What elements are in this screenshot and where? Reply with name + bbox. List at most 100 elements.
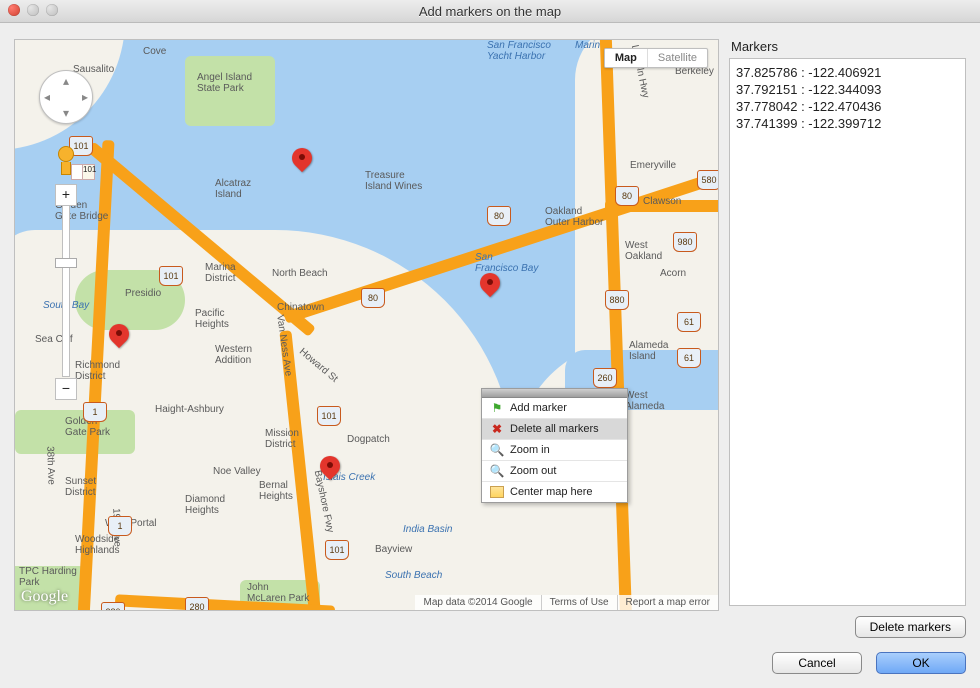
map-canvas[interactable]: Angel Island State Park Alcatraz Island …	[15, 40, 718, 610]
side-actions: Delete markers	[729, 616, 966, 638]
zoom-out-button[interactable]: −	[55, 378, 77, 400]
google-logo: Google	[21, 588, 68, 606]
title-bar: Add markers on the map	[0, 0, 980, 23]
map-label-tpc: TPC Harding Park	[19, 566, 77, 588]
ctx-zoom-in[interactable]: 🔍 Zoom in	[482, 440, 627, 461]
map-label-mission: Mission District	[265, 428, 299, 450]
map-label-west-alameda: West Alameda	[625, 390, 664, 412]
marker-row[interactable]: 37.778042 : -122.470436	[736, 99, 959, 116]
marker-row[interactable]: 37.825786 : -122.406921	[736, 65, 959, 82]
side-panel: Markers 37.825786 : -122.406921 37.79215…	[729, 39, 966, 638]
map-label-alcatraz: Alcatraz Island	[215, 178, 251, 200]
map-label-acorn: Acorn	[660, 268, 686, 279]
shield-1: 1	[108, 516, 132, 536]
map-marker[interactable]	[320, 456, 340, 488]
upper-row: Angel Island State Park Alcatraz Island …	[0, 23, 980, 644]
map-label-diamond: Diamond Heights	[185, 494, 225, 516]
cancel-button[interactable]: Cancel	[772, 652, 862, 674]
ok-button[interactable]: OK	[876, 652, 966, 674]
map-label-cove: Cove	[143, 46, 166, 57]
shield-101c: 101	[317, 406, 341, 426]
map-type-control: Map Satellite	[604, 48, 708, 68]
map-context-menu: ⚑ Add marker ✖ Delete all markers 🔍 Zoom…	[481, 388, 628, 503]
ctx-zoom-out[interactable]: 🔍 Zoom out	[482, 461, 627, 482]
map-type-map[interactable]: Map	[605, 49, 647, 67]
map-label-marina: Marina District	[205, 262, 236, 284]
map-attribution: Map data ©2014 Google Terms of Use Repor…	[415, 595, 718, 610]
shield-101d: 101	[325, 540, 349, 560]
shield-1b: 1	[83, 402, 107, 422]
map-label-noe: Noe Valley	[213, 466, 261, 477]
zoom-handle[interactable]	[55, 258, 77, 268]
map-label-south-beach: South Beach	[385, 570, 442, 581]
shield-280b: 280	[101, 602, 125, 611]
shield-61: 61	[677, 312, 701, 332]
window-title: Add markers on the map	[419, 4, 561, 19]
pan-up-icon[interactable]: ▴	[63, 74, 69, 88]
dialog-window: Add markers on the map	[0, 0, 980, 688]
map-label-western-a: Western Addition	[215, 344, 252, 366]
shield-280: 280	[185, 597, 209, 611]
shield-80b: 80	[487, 206, 511, 226]
map-label-clawson: Clawson	[643, 196, 681, 207]
map-marker[interactable]	[480, 273, 500, 305]
close-button[interactable]	[8, 4, 20, 16]
ctx-center-map[interactable]: Center map here	[482, 482, 627, 502]
ctx-add-marker-label: Add marker	[510, 402, 567, 414]
zoom-slider: + −	[55, 184, 77, 400]
pan-left-icon[interactable]: ◂	[44, 90, 50, 104]
pin-add-icon: ⚑	[490, 401, 504, 415]
map-label-chinatown: Chinatown	[277, 302, 324, 313]
map-label-bernal: Bernal Heights	[259, 480, 293, 502]
shield-101b: 101	[159, 266, 183, 286]
context-menu-header	[482, 389, 627, 398]
shield-80: 80	[361, 288, 385, 308]
map-label-38th: 38th Ave	[44, 446, 56, 485]
traffic-lights	[8, 4, 58, 16]
pan-wheel[interactable]: ▴ ▾ ◂ ▸	[39, 70, 93, 124]
map-label-presidio: Presidio	[125, 288, 161, 299]
map-type-satellite[interactable]: Satellite	[647, 49, 707, 67]
shield-260: 260	[593, 368, 617, 388]
map-report-link[interactable]: Report a map error	[617, 595, 718, 610]
delete-icon: ✖	[490, 422, 504, 436]
map-label-angel-island: Angel Island State Park	[197, 72, 252, 94]
ctx-delete-all-markers[interactable]: ✖ Delete all markers	[482, 419, 627, 440]
minimize-button[interactable]	[27, 4, 39, 16]
map-label-marin: Marin	[575, 40, 600, 51]
zoom-button[interactable]	[46, 4, 58, 16]
zoom-level-indicator: 101	[71, 164, 95, 180]
markers-listbox[interactable]: 37.825786 : -122.406921 37.792151 : -122…	[729, 58, 966, 606]
ctx-zoom-out-label: Zoom out	[510, 465, 556, 477]
ctx-delete-all-label: Delete all markers	[510, 423, 599, 435]
content-area: Angel Island State Park Alcatraz Island …	[0, 23, 980, 688]
map-terms-link[interactable]: Terms of Use	[541, 595, 617, 610]
shield-980: 980	[673, 232, 697, 252]
map-label-north-beach: North Beach	[272, 268, 328, 279]
pan-right-icon[interactable]: ▸	[82, 90, 88, 104]
map-label-dogpatch: Dogpatch	[347, 434, 390, 445]
map-label-oakland-oh: Oakland Outer Harbor	[545, 206, 603, 228]
ctx-center-label: Center map here	[510, 486, 593, 498]
map-marker[interactable]	[292, 148, 312, 180]
pan-down-icon[interactable]: ▾	[63, 106, 69, 120]
map-copyright: Map data ©2014 Google	[415, 595, 540, 610]
delete-markers-button[interactable]: Delete markers	[855, 616, 966, 638]
center-map-icon	[490, 485, 504, 499]
dialog-footer: Cancel OK	[0, 644, 980, 688]
map-label-mclaren: John McLaren Park	[247, 582, 309, 604]
zoom-track[interactable]	[62, 205, 70, 377]
marker-row[interactable]: 37.741399 : -122.399712	[736, 116, 959, 133]
map-view[interactable]: Angel Island State Park Alcatraz Island …	[14, 39, 719, 611]
shield-61b: 61	[677, 348, 701, 368]
map-label-pacific-h: Pacific Heights	[195, 308, 229, 330]
map-label-west-oakland: West Oakland	[625, 240, 662, 262]
shield-580: 580	[697, 170, 719, 190]
zoom-in-button[interactable]: +	[55, 184, 77, 206]
map-marker[interactable]	[109, 324, 129, 356]
marker-row[interactable]: 37.792151 : -122.344093	[736, 82, 959, 99]
ctx-add-marker[interactable]: ⚑ Add marker	[482, 398, 627, 419]
nav-controls: ▴ ▾ ◂ ▸ 101 + −	[39, 70, 93, 400]
map-label-sf-bay: San Francisco Bay	[475, 252, 538, 274]
ctx-zoom-in-label: Zoom in	[510, 444, 550, 456]
